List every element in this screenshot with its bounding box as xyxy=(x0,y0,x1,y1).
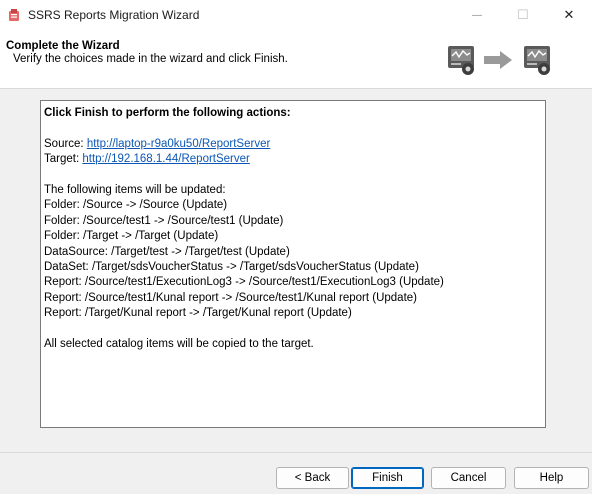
back-button[interactable]: < Back xyxy=(276,467,349,489)
page-subtitle: Verify the choices made in the wizard an… xyxy=(13,53,288,65)
maximize-icon: ☐ xyxy=(517,7,529,22)
list-item: DataSet: /Target/sdsVoucherStatus -> /Ta… xyxy=(44,260,419,273)
finish-button[interactable]: Finish xyxy=(351,467,424,489)
footer-divider xyxy=(0,452,592,453)
list-item: Report: /Source/test1/ExecutionLog3 -> /… xyxy=(44,276,444,289)
server-icon xyxy=(524,46,550,75)
server-icon xyxy=(448,46,474,75)
minimize-icon: — xyxy=(472,9,482,21)
app-icon xyxy=(9,9,19,21)
list-item: Folder: /Source -> /Source (Update) xyxy=(44,199,228,212)
window-title: SSRS Reports Migration Wizard xyxy=(28,8,200,22)
list-item: Report: /Source/test1/Kunal report -> /S… xyxy=(44,291,417,304)
page-title: Complete the Wizard xyxy=(6,40,120,52)
target-line: Target: http://192.168.1.44/ReportServer xyxy=(44,152,541,167)
help-button[interactable]: Help xyxy=(514,467,589,489)
arrow-right-icon xyxy=(484,51,512,69)
minimize-button[interactable]: — xyxy=(454,0,500,30)
list-item: DataSource: /Target/test -> /Target/test… xyxy=(44,245,290,258)
target-label: Target: xyxy=(44,153,83,166)
summary-heading: Click Finish to perform the following ac… xyxy=(44,107,291,119)
target-url-link[interactable]: http://192.168.1.44/ReportServer xyxy=(82,153,250,165)
source-label: Source: xyxy=(44,137,87,150)
summary-footer-note: All selected catalog items will be copie… xyxy=(44,337,314,350)
source-url-link[interactable]: http://laptop-r9a0ku50/ReportServer xyxy=(87,138,270,150)
title-bar: SSRS Reports Migration Wizard — ☐ ✕ xyxy=(0,0,592,30)
migration-graphic xyxy=(448,46,550,75)
close-button[interactable]: ✕ xyxy=(546,0,592,30)
list-item: Report: /Target/Kunal report -> /Target/… xyxy=(44,307,352,320)
wizard-header: Complete the Wizard Verify the choices m… xyxy=(0,30,592,89)
list-item: Folder: /Target -> /Target (Update) xyxy=(44,230,219,243)
items-intro: The following items will be updated: xyxy=(44,183,226,196)
maximize-button[interactable]: ☐ xyxy=(500,0,546,30)
cancel-button[interactable]: Cancel xyxy=(431,467,506,489)
source-line: Source: http://laptop-r9a0ku50/ReportSer… xyxy=(44,137,541,152)
summary-panel[interactable]: Click Finish to perform the following ac… xyxy=(40,100,546,428)
list-item: Folder: /Source/test1 -> /Source/test1 (… xyxy=(44,214,284,227)
close-icon: ✕ xyxy=(563,7,575,22)
